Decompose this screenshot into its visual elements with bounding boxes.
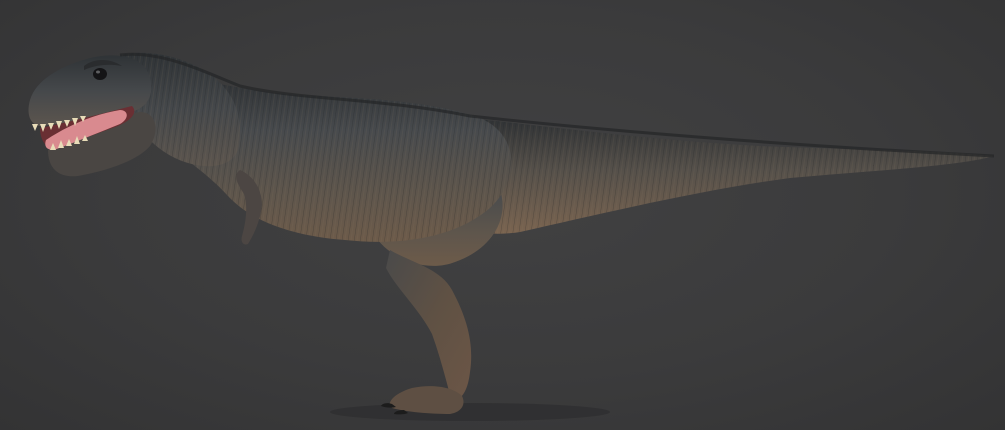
ground-shadow xyxy=(330,403,610,421)
render-viewport xyxy=(0,0,1005,430)
trex-illustration xyxy=(28,52,995,421)
foot xyxy=(389,386,464,414)
lower-leg xyxy=(386,250,472,402)
eye xyxy=(93,68,107,80)
